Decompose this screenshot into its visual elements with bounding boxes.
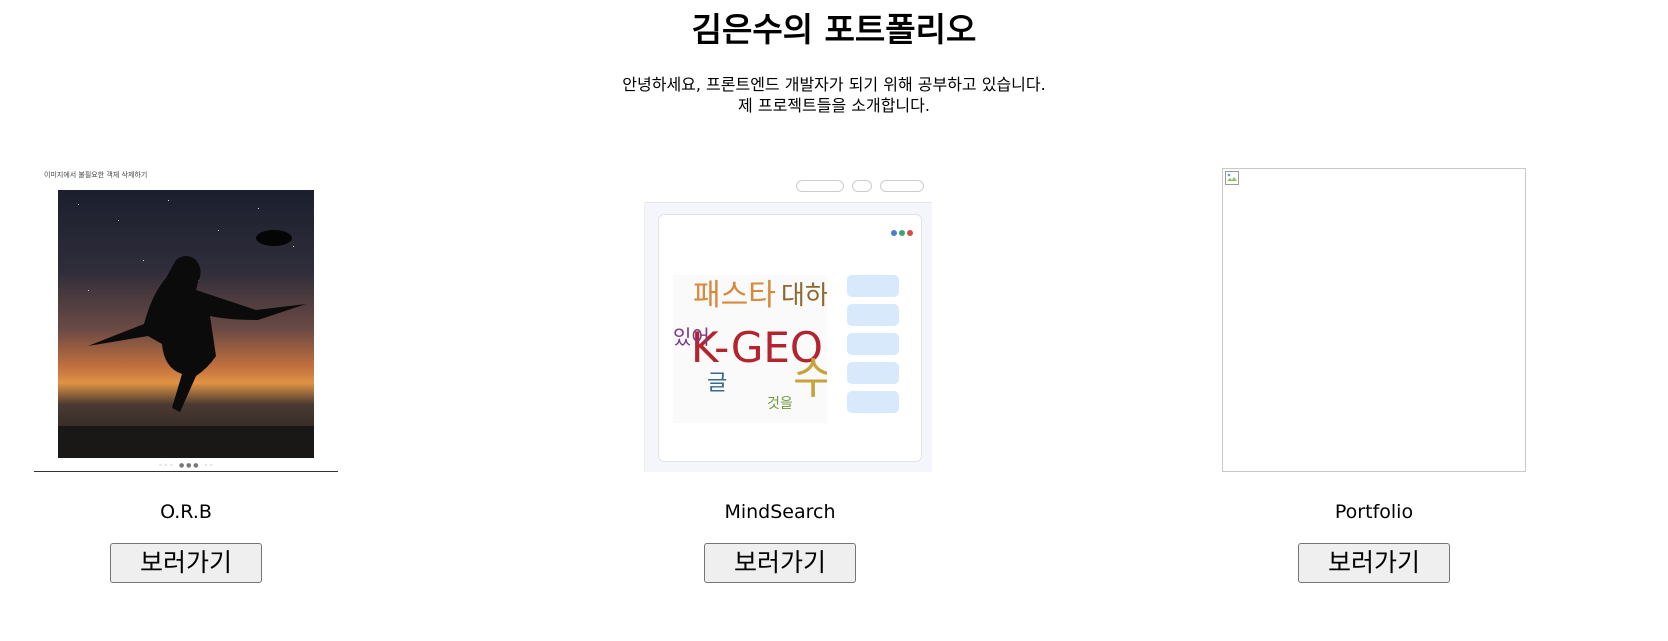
intro-text: 안녕하세요, 프론트엔드 개발자가 되기 위해 공부하고 있습니다. 제 프로젝… — [0, 74, 1668, 116]
broken-image-icon — [1225, 171, 1239, 185]
thumbnail-panel: 패스타 대하 K-GEO 있어 수 글 것을 — [658, 214, 922, 462]
project-thumbnail-orb[interactable]: 이미지에서 불필요한 객체 삭제하기 ◦ ◦ ◦ ● ● ● ◦ ◦ — [34, 168, 338, 472]
project-card-mindsearch: 패스타 대하 K-GEO 있어 수 글 것을 MindSearch 보러가기 — [628, 168, 932, 583]
project-card-orb: 이미지에서 불필요한 객체 삭제하기 ◦ ◦ ◦ ● ● ● ◦ ◦ O.R.B… — [34, 168, 338, 583]
project-card-portfolio: Portfolio 보러가기 — [1222, 168, 1526, 583]
keyword-chip[interactable] — [847, 391, 899, 413]
project-thumbnail-portfolio[interactable] — [1222, 168, 1526, 472]
keyword-chip[interactable] — [847, 304, 899, 326]
thumbnail-footer-controls: ◦ ◦ ◦ ● ● ● ◦ ◦ — [158, 462, 214, 469]
thumbnail-caption: 이미지에서 불필요한 객체 삭제하기 — [44, 171, 148, 179]
project-thumbnail-mindsearch[interactable]: 패스타 대하 K-GEO 있어 수 글 것을 — [628, 168, 932, 472]
keyword-chip[interactable] — [847, 362, 899, 384]
keyword-chip[interactable] — [847, 275, 899, 297]
word-cloud: 패스타 대하 K-GEO 있어 수 글 것을 — [673, 275, 827, 423]
dancer-silhouette-icon — [58, 230, 314, 458]
keyword-chip[interactable] — [847, 333, 899, 355]
intro-line-2: 제 프로젝트들을 소개합니다. — [738, 96, 930, 115]
view-project-button[interactable]: 보러가기 — [704, 543, 856, 583]
view-project-button[interactable]: 보러가기 — [1298, 543, 1450, 583]
project-title: Portfolio — [1334, 501, 1414, 523]
project-title: O.R.B — [160, 501, 212, 523]
silhouette-photo — [58, 190, 314, 458]
dots-icon — [891, 230, 913, 236]
intro-line-1: 안녕하세요, 프론트엔드 개발자가 되기 위해 공부하고 있습니다. — [622, 75, 1046, 94]
thumbnail-sidebar — [628, 202, 645, 472]
view-project-button[interactable]: 보러가기 — [110, 543, 262, 583]
project-title: MindSearch — [724, 501, 836, 523]
thumbnail-topbar — [628, 168, 932, 203]
page-title: 김은수의 포트폴리오 — [691, 10, 977, 49]
